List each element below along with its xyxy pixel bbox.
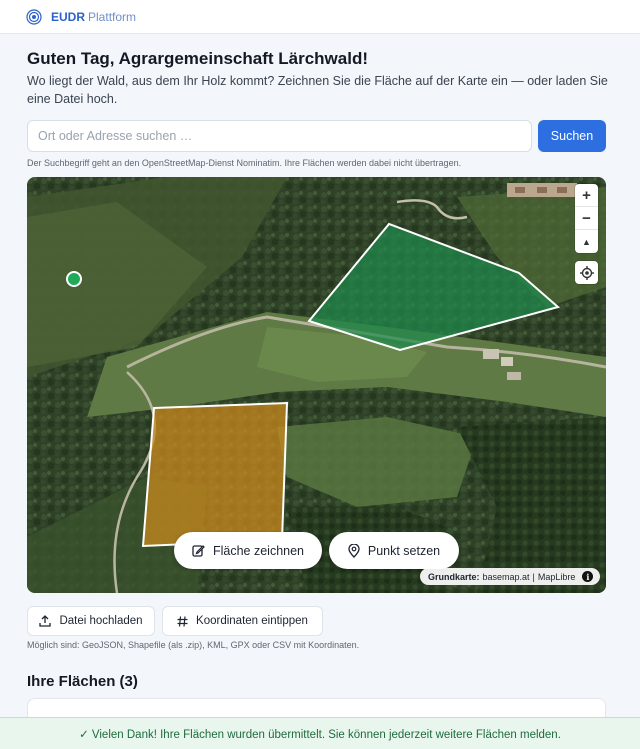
upload-file-label: Datei hochladen	[59, 615, 143, 627]
draw-area-label: Fläche zeichnen	[212, 543, 305, 558]
crosshair-icon	[579, 265, 594, 280]
zoom-controls: + − ▲	[575, 184, 598, 253]
zoom-in-button[interactable]: +	[575, 184, 598, 207]
enter-coordinates-label: Koordinaten eintippen	[196, 615, 308, 627]
map-view[interactable]: + − ▲ Fläche zeichnen Punkt setzen Grund…	[27, 177, 606, 593]
pencil-square-icon	[192, 545, 205, 557]
map-attribution: Grundkarte: basemap.at | MapLibre i	[420, 568, 600, 585]
set-point-button[interactable]: Punkt setzen	[329, 532, 459, 569]
attribution-prefix: Grundkarte:	[428, 571, 480, 582]
brand-suffix[interactable]: Plattform	[88, 10, 136, 24]
attribution-engine-link[interactable]: MapLibre	[538, 572, 576, 582]
zoom-out-button[interactable]: −	[575, 207, 598, 230]
geolocate-control	[575, 261, 598, 284]
map-marker[interactable]	[66, 271, 82, 287]
compass-button[interactable]: ▲	[575, 230, 598, 253]
areas-section-title: Ihre Flächen (3)	[27, 673, 138, 690]
map-pin-icon	[348, 543, 360, 558]
info-icon[interactable]: i	[582, 571, 594, 582]
search-button[interactable]: Suchen	[538, 120, 606, 152]
top-bar: EUDR Plattform	[0, 0, 640, 34]
enter-coordinates-button[interactable]: Koordinaten eintippen	[162, 606, 323, 636]
draw-area-button[interactable]: Fläche zeichnen	[174, 532, 322, 569]
set-point-label: Punkt setzen	[367, 543, 441, 558]
upload-icon	[39, 615, 52, 627]
formats-hint: Möglich sind: GeoJSON, Shapefile (als .z…	[27, 640, 360, 650]
search-privacy-hint: Der Suchbegriff geht an den OpenStreetMa…	[27, 158, 462, 168]
success-toast: ✓ Vielen Dank! Ihre Flächen wurden überm…	[0, 717, 640, 749]
attribution-separator: |	[532, 571, 535, 582]
upload-file-button[interactable]: Datei hochladen	[27, 606, 155, 636]
hash-icon	[177, 615, 188, 627]
satellite-basemap	[27, 177, 606, 593]
intro-text: Wo liegt der Wald, aus dem Ihr Holz komm…	[27, 74, 608, 106]
page-title: Guten Tag, Agrargemeinschaft Lärchwald!	[27, 49, 369, 68]
target-rings-icon	[26, 8, 42, 25]
brand-name[interactable]: EUDR	[51, 10, 85, 24]
location-search-input[interactable]	[27, 120, 532, 152]
geolocate-button[interactable]	[575, 261, 598, 284]
attribution-source-link[interactable]: basemap.at	[483, 572, 530, 582]
